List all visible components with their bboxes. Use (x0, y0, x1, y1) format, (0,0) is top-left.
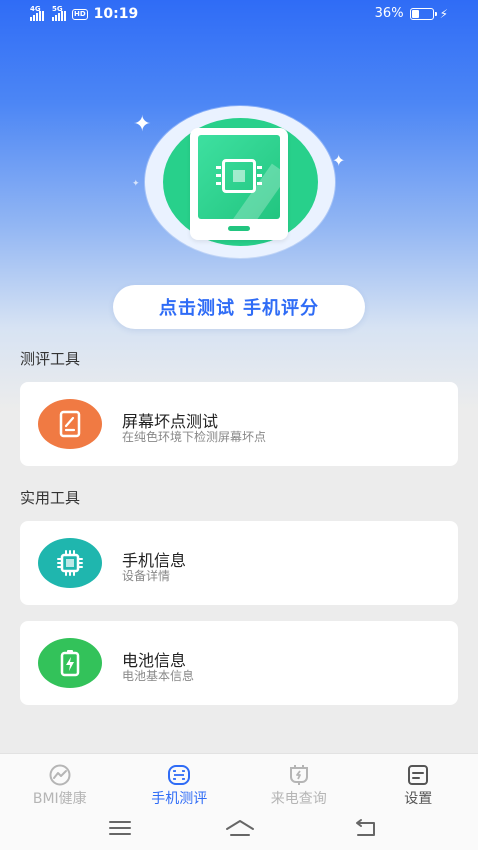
card-icon-background (38, 399, 102, 449)
network-label-4g: 4G (30, 5, 41, 13)
scan-icon (168, 765, 191, 785)
network-label-5g: 5G (52, 5, 63, 13)
phone-info-card[interactable]: 手机信息 设备详情 (20, 521, 458, 605)
phone-home-button (228, 226, 250, 231)
section-title-utility: 实用工具 (20, 489, 81, 507)
screen-dead-pixel-test-card[interactable]: 屏幕坏点测试 在纯色环境下检测屏幕坏点 (20, 382, 458, 466)
settings-icon (408, 765, 429, 785)
battery-icon (60, 650, 80, 677)
tab-bmi-health[interactable]: BMI健康 (0, 754, 120, 811)
phone-icon (190, 128, 288, 240)
phone-screen (198, 135, 280, 219)
card-icon-background (38, 538, 102, 588)
card-subtitle: 电池基本信息 (122, 669, 195, 683)
chip-icon (57, 550, 83, 576)
plug-icon (289, 765, 308, 785)
status-time: 10:19 (93, 6, 139, 22)
charging-bolt-icon: ⚡ (439, 6, 448, 21)
tab-call-lookup[interactable]: 来电查询 (239, 754, 359, 811)
sparkle-icon: ✦ (332, 151, 346, 170)
cta-label-part2: 手机评分 (243, 298, 319, 318)
chip-icon (216, 159, 262, 193)
sparkle-icon: ✦ (133, 112, 152, 137)
health-icon (49, 764, 71, 786)
section-title-evaluation: 测评工具 (20, 350, 81, 368)
battery-fill (411, 9, 419, 18)
document-icon (59, 410, 81, 438)
tab-phone-evaluation[interactable]: 手机测评 (120, 754, 240, 811)
system-navigation-bar (0, 811, 478, 850)
tab-label: 手机测评 (151, 791, 208, 807)
hd-voice-icon: HD (72, 8, 88, 20)
battery-icon (409, 7, 437, 20)
signal-5g-icon: 5G (52, 5, 66, 21)
status-bar: 4G 5G HD 10:19 36% ⚡ (0, 0, 478, 30)
start-test-button[interactable]: 点击测试 手机评分 (113, 285, 365, 329)
tab-settings[interactable]: 设置 (359, 754, 478, 811)
sparkle-icon: ✦ (132, 179, 140, 189)
menu-icon[interactable] (106, 817, 134, 839)
home-icon[interactable] (224, 817, 256, 839)
battery-percent: 36% (374, 6, 404, 21)
card-subtitle: 设备详情 (122, 569, 171, 583)
tab-label: 设置 (404, 791, 433, 807)
back-icon[interactable] (352, 817, 380, 839)
signal-4g-icon: 4G (30, 5, 44, 21)
card-subtitle: 在纯色环境下检测屏幕坏点 (122, 430, 267, 444)
cta-label-part1: 点击测试 (159, 298, 235, 318)
battery-info-card[interactable]: 电池信息 电池基本信息 (20, 621, 458, 705)
bottom-tab-bar: BMI健康 手机测评 来电查询 设置 (0, 753, 478, 811)
tab-label: 来电查询 (270, 791, 327, 807)
card-icon-background (38, 638, 102, 688)
tab-label: BMI健康 (32, 791, 87, 807)
